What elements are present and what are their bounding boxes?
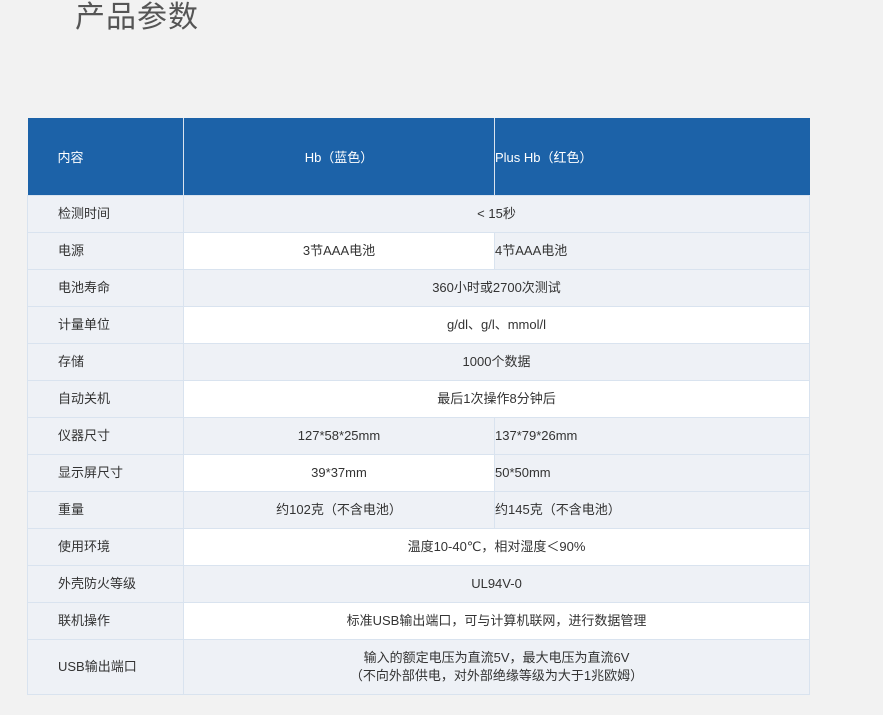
table-row: 重量 约102克（不含电池） 约145克（不含电池）	[27, 491, 810, 529]
row-label: 仪器尺寸	[27, 417, 184, 455]
row-value: 温度10-40℃，相对湿度＜90%	[183, 528, 810, 566]
table-row: 计量单位 g/dl、g/l、mmol/l	[27, 306, 810, 344]
table-row: 显示屏尺寸 39*37mm 50*50mm	[27, 454, 810, 492]
header-content: 内容	[27, 118, 184, 196]
row-label: 检测时间	[27, 195, 184, 233]
row-label: 联机操作	[27, 602, 184, 640]
row-label: 存储	[27, 343, 184, 381]
table-row: 使用环境 温度10-40℃，相对湿度＜90%	[27, 528, 810, 566]
row-label: 显示屏尺寸	[27, 454, 184, 492]
row-value-plus: 137*79*26mm	[494, 417, 810, 455]
table-header-row: 内容 Hb（蓝色） Plus Hb（红色）	[27, 118, 810, 196]
row-value-plus: 4节AAA电池	[494, 232, 810, 270]
row-value: 最后1次操作8分钟后	[183, 380, 810, 418]
table-row: 电池寿命 360小时或2700次测试	[27, 269, 810, 307]
row-label: 外壳防火等级	[27, 565, 184, 603]
row-label: USB输出端口	[27, 639, 184, 695]
row-value: 标准USB输出端口，可与计算机联网，进行数据管理	[183, 602, 810, 640]
row-label: 计量单位	[27, 306, 184, 344]
row-value-plus: 约145克（不含电池）	[494, 491, 810, 529]
header-hb-blue: Hb（蓝色）	[183, 118, 495, 196]
row-value-hb: 3节AAA电池	[183, 232, 495, 270]
table-row: 外壳防火等级 UL94V-0	[27, 565, 810, 603]
row-label: 重量	[27, 491, 184, 529]
row-value: < 15秒	[183, 195, 810, 233]
row-value: UL94V-0	[183, 565, 810, 603]
row-value: 输入的额定电压为直流5V，最大电压为直流6V （不向外部供电，对外部绝缘等级为大…	[183, 639, 810, 695]
usb-line-1: 输入的额定电压为直流5V，最大电压为直流6V	[363, 650, 630, 665]
row-label: 电池寿命	[27, 269, 184, 307]
row-value-plus: 50*50mm	[494, 454, 810, 492]
row-value: 360小时或2700次测试	[183, 269, 810, 307]
table-row: 检测时间 < 15秒	[27, 195, 810, 233]
row-value-hb: 39*37mm	[183, 454, 495, 492]
page-title: 产品参数	[75, 1, 199, 34]
usb-line-2: （不向外部供电，对外部绝缘等级为大于1兆欧姆）	[349, 668, 644, 683]
product-spec-table: 内容 Hb（蓝色） Plus Hb（红色） 检测时间 < 15秒 电源 3节AA…	[27, 118, 810, 695]
table-row: 联机操作 标准USB输出端口，可与计算机联网，进行数据管理	[27, 602, 810, 640]
row-label: 使用环境	[27, 528, 184, 566]
row-label: 电源	[27, 232, 184, 270]
row-value-hb: 约102克（不含电池）	[183, 491, 495, 529]
row-value: g/dl、g/l、mmol/l	[183, 306, 810, 344]
table-row: 电源 3节AAA电池 4节AAA电池	[27, 232, 810, 270]
table-row: USB输出端口 输入的额定电压为直流5V，最大电压为直流6V （不向外部供电，对…	[27, 639, 810, 695]
table-row: 仪器尺寸 127*58*25mm 137*79*26mm	[27, 417, 810, 455]
row-value-hb: 127*58*25mm	[183, 417, 495, 455]
header-plus-hb-red: Plus Hb（红色）	[494, 118, 810, 196]
table-row: 自动关机 最后1次操作8分钟后	[27, 380, 810, 418]
row-value: 1000个数据	[183, 343, 810, 381]
table-row: 存储 1000个数据	[27, 343, 810, 381]
row-label: 自动关机	[27, 380, 184, 418]
